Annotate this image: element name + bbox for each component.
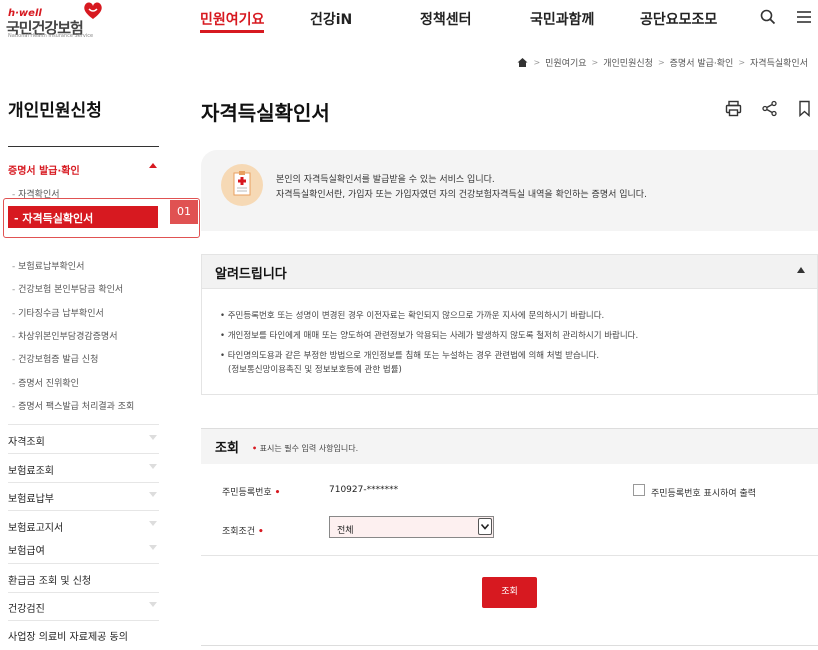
sidebar-sub-item-active-label[interactable]: - 자격득실확인서 (14, 210, 93, 226)
nav-item-minwon[interactable]: 민원여기요 (200, 9, 264, 29)
chevron-down-icon[interactable] (478, 518, 492, 535)
form-title: 조회 (215, 441, 239, 456)
notice-header[interactable] (201, 254, 818, 289)
sidebar-sub-item[interactable]: 보험료납부확인서 (12, 259, 84, 272)
sidebar-category[interactable]: 자격조회 (8, 433, 159, 448)
sidebar-sub-item[interactable]: 증명서 팩스발급 처리결과 조회 (12, 399, 134, 412)
caret-down-icon[interactable] (149, 602, 157, 607)
intro-text: 본인의 자격득실확인서를 발급받을 수 있는 서비스 입니다. (276, 175, 495, 185)
bookmark-icon[interactable] (796, 100, 813, 117)
heart-logo-icon (84, 2, 102, 20)
divider (8, 510, 159, 511)
divider (8, 453, 159, 454)
sidebar-sub-item[interactable]: 기타징수금 납부확인서 (12, 306, 104, 319)
share-icon[interactable] (761, 100, 778, 117)
sidebar-title: 개인민원신청 (8, 101, 102, 121)
callout-step-badge: 01 (170, 200, 198, 224)
divider (8, 146, 159, 147)
chevron-right-icon: > (657, 58, 665, 67)
breadcrumb-item[interactable]: 개인민원신청 (603, 56, 653, 69)
caret-down-icon[interactable] (149, 464, 157, 469)
caret-up-icon[interactable] (149, 163, 157, 168)
caret-down-icon[interactable] (149, 545, 157, 550)
sidebar-sub-item[interactable]: 차상위본인부담경감증명서 (12, 329, 117, 342)
sidebar-sub-item[interactable]: 건강보험 본인부담금 확인서 (12, 282, 123, 295)
caret-up-icon[interactable] (797, 267, 805, 273)
divider (8, 563, 159, 564)
required-note: • 표시는 필수 입력 사항입니다. (252, 444, 359, 453)
rrn-value: 710927-******* (329, 485, 399, 495)
sidebar-sub-item[interactable]: 건강보험증 발급 신청 (12, 352, 98, 365)
intro-text: 자격득실확인서란, 가입자 또는 가입자였던 자의 건강보험자격득실 내역을 확… (276, 190, 647, 200)
condition-select-value[interactable]: 전체 (337, 523, 354, 536)
logo-subtitle: National Health Insurance Service (8, 33, 94, 39)
notice-title[interactable]: 알려드립니다 (215, 263, 287, 282)
nav-item-about[interactable]: 공단요모조모 (640, 9, 717, 29)
chevron-right-icon: > (533, 58, 541, 67)
chevron-right-icon: > (591, 58, 599, 67)
notice-body (201, 289, 818, 395)
breadcrumb: > 민원여기요 > 개인민원신청 > 증명서 발급·확인 > 자격득실확인서 (517, 56, 808, 69)
nav-item-together[interactable]: 국민과함께 (530, 9, 594, 29)
sidebar-category[interactable]: 보험료조회 (8, 462, 159, 477)
caret-down-icon[interactable] (149, 435, 157, 440)
sidebar-category[interactable]: 건강검진 (8, 600, 159, 615)
breadcrumb-item[interactable]: 민원여기요 (545, 56, 586, 69)
sidebar-category[interactable]: 사업장 의료비 자료제공 동의 (8, 628, 159, 643)
nav-item-health-in[interactable]: 건강iN (310, 9, 352, 29)
divider (8, 620, 159, 621)
document-icon (221, 164, 263, 206)
page-title: 자격득실확인서 (201, 101, 330, 125)
divider (8, 592, 159, 593)
sidebar-category[interactable]: 보험료납부 (8, 490, 159, 505)
condition-label: 조회조건 • (222, 527, 264, 537)
nav-active-indicator (200, 30, 264, 33)
breadcrumb-item[interactable]: 증명서 발급·확인 (670, 56, 734, 69)
divider (8, 424, 159, 425)
divider (8, 482, 159, 483)
breadcrumb-item-current: 자격득실확인서 (750, 59, 808, 69)
notice-item: 타인명의도용과 같은 부정한 방법으로 개인정보를 침해 또는 누설하는 경우 … (220, 349, 599, 361)
notice-item: 개인정보를 타인에게 매매 또는 양도하여 관련정보가 악용되는 사례가 발생하… (220, 329, 639, 341)
form-body (201, 464, 818, 556)
sidebar-category[interactable]: 보험급여 (8, 542, 159, 557)
query-button[interactable]: 조회 (482, 577, 537, 608)
caret-down-icon[interactable] (149, 492, 157, 497)
caret-down-icon[interactable] (149, 521, 157, 526)
chevron-right-icon: > (738, 58, 746, 67)
sidebar-section-certificates[interactable]: 증명서 발급·확인 (8, 162, 159, 177)
print-rrn-label[interactable]: 주민등록번호 표시하여 출력 (651, 486, 756, 499)
sidebar-category[interactable]: 환급금 조회 및 신청 (8, 572, 159, 587)
rrn-label: 주민등록번호 • (222, 488, 281, 498)
print-rrn-checkbox[interactable] (633, 484, 645, 496)
divider (201, 645, 818, 646)
search-icon[interactable] (760, 9, 776, 25)
nav-item-policy[interactable]: 정책센터 (420, 9, 472, 29)
menu-icon[interactable] (796, 9, 812, 25)
sidebar-sub-item[interactable]: 증명서 진위확인 (12, 376, 79, 389)
notice-item: 주민등록번호 또는 성명이 변경된 경우 이전자료는 확인되지 않으므로 가까운… (220, 309, 605, 321)
sidebar-category[interactable]: 보험료고지서 (8, 519, 159, 534)
print-icon[interactable] (725, 100, 742, 117)
notice-sub-note: (정보통신망이용촉진 및 정보보호등에 관한 법률) (228, 365, 402, 375)
home-icon[interactable] (517, 57, 528, 68)
